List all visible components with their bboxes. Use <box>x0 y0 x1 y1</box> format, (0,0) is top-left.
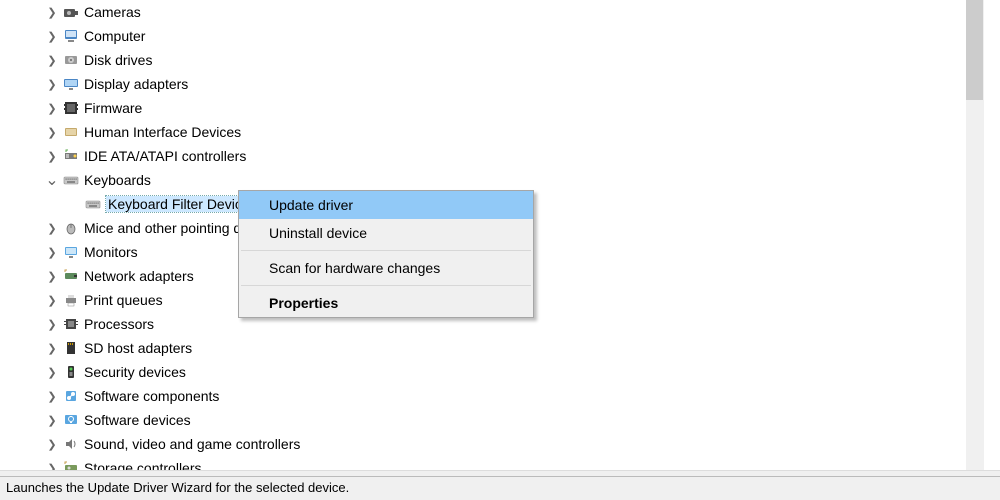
menu-item[interactable]: Uninstall device <box>239 219 533 247</box>
camera-icon <box>62 4 80 20</box>
chevron-right-icon[interactable]: ❯ <box>44 244 60 260</box>
tree-node-label: Software devices <box>84 412 191 428</box>
chevron-right-icon[interactable]: ❯ <box>44 340 60 356</box>
firmware-icon <box>62 100 80 116</box>
disk-icon <box>62 52 80 68</box>
ide-icon <box>62 148 80 164</box>
chevron-right-icon[interactable]: ❯ <box>44 28 60 44</box>
device-manager-window: ❯ Cameras ❯ Computer ❯ Disk drives ❯ Display ad… <box>0 0 1000 500</box>
tree-node[interactable]: ❯ Software devices <box>0 408 966 432</box>
tree-node-label: Processors <box>84 316 154 332</box>
monitor-icon <box>62 244 80 260</box>
tree-node[interactable]: ❯ SD host adapters <box>0 336 966 360</box>
cpu-icon <box>62 316 80 332</box>
chevron-right-icon[interactable]: ❯ <box>44 292 60 308</box>
sound-icon <box>62 436 80 452</box>
chevron-down-icon[interactable]: ⌄ <box>44 172 60 188</box>
swcomp-icon <box>62 388 80 404</box>
scrollbar-thumb[interactable] <box>966 0 983 100</box>
chevron-right-icon[interactable]: ❯ <box>44 220 60 236</box>
tree-node-label: Network adapters <box>84 268 194 284</box>
status-bar: Launches the Update Driver Wizard for th… <box>0 476 1000 500</box>
tree-node-label: Human Interface Devices <box>84 124 241 140</box>
tree-node-label: Cameras <box>84 4 141 20</box>
tree-node[interactable]: ❯ Security devices <box>0 360 966 384</box>
chevron-right-icon[interactable]: ❯ <box>44 388 60 404</box>
tree-node[interactable]: ❯ IDE ATA/ATAPI controllers <box>0 144 966 168</box>
chevron-right-icon[interactable]: ❯ <box>44 124 60 140</box>
tree-node-label: IDE ATA/ATAPI controllers <box>84 148 246 164</box>
tree-node[interactable]: ❯ Cameras <box>0 0 966 24</box>
context-menu[interactable]: Update driverUninstall device Scan for ha… <box>238 190 534 318</box>
print-icon <box>62 292 80 308</box>
tree-node-label: SD host adapters <box>84 340 192 356</box>
tree-node[interactable]: ❯ Disk drives <box>0 48 966 72</box>
chevron-right-icon[interactable]: ❯ <box>44 316 60 332</box>
tree-node-label: Software components <box>84 388 219 404</box>
chevron-right-icon[interactable]: ❯ <box>44 412 60 428</box>
tree-node-label: Security devices <box>84 364 186 380</box>
hid-icon <box>62 124 80 140</box>
chevron-right-icon[interactable]: ❯ <box>44 436 60 452</box>
menu-item[interactable]: Scan for hardware changes <box>239 254 533 282</box>
tree-node-label: Sound, video and game controllers <box>84 436 300 452</box>
tree-node[interactable]: ❯ Human Interface Devices <box>0 120 966 144</box>
tree-node-label: Monitors <box>84 244 138 260</box>
tree-node-label: Keyboard Filter Device <box>108 196 250 212</box>
menu-separator <box>241 250 531 251</box>
mouse-icon <box>62 220 80 236</box>
tree-node-label: Keyboards <box>84 172 151 188</box>
tree-node[interactable]: ❯ Sound, video and game controllers <box>0 432 966 456</box>
network-icon <box>62 268 80 284</box>
keyboard-icon <box>62 172 80 188</box>
chevron-right-icon[interactable]: ❯ <box>44 148 60 164</box>
tree-node-label: Storage controllers <box>84 460 202 470</box>
chevron-right-icon[interactable]: ❯ <box>44 100 60 116</box>
vertical-scrollbar[interactable] <box>966 0 983 470</box>
tree-node[interactable]: ❯ Display adapters <box>0 72 966 96</box>
tree-node[interactable]: ❯ Computer <box>0 24 966 48</box>
storage-icon <box>62 460 80 470</box>
tree-node-label: Disk drives <box>84 52 152 68</box>
tree-node[interactable]: ⌄ Keyboards <box>0 168 966 192</box>
status-text: Launches the Update Driver Wizard for th… <box>6 480 349 495</box>
tree-node[interactable]: ❯ Firmware <box>0 96 966 120</box>
display-icon <box>62 76 80 92</box>
tree-node[interactable]: ❯ Software components <box>0 384 966 408</box>
sd-icon <box>62 340 80 356</box>
menu-separator <box>241 285 531 286</box>
tree-node-label: Print queues <box>84 292 163 308</box>
chevron-right-icon[interactable]: ❯ <box>44 4 60 20</box>
tree-node[interactable]: ❯ Storage controllers <box>0 456 966 470</box>
tree-node-label: Display adapters <box>84 76 188 92</box>
swdev-icon <box>62 412 80 428</box>
chevron-right-icon[interactable]: ❯ <box>44 460 60 470</box>
tree-node-label: Firmware <box>84 100 142 116</box>
chevron-right-icon[interactable]: ❯ <box>44 364 60 380</box>
chevron-right-icon[interactable]: ❯ <box>44 268 60 284</box>
menu-item[interactable]: Properties <box>239 289 533 317</box>
tree-node-label: Computer <box>84 28 145 44</box>
menu-item[interactable]: Update driver <box>239 191 533 219</box>
computer-icon <box>62 28 80 44</box>
chevron-right-icon[interactable]: ❯ <box>44 52 60 68</box>
keyboard-icon <box>84 196 102 212</box>
right-strip <box>983 0 1000 470</box>
security-icon <box>62 364 80 380</box>
chevron-right-icon[interactable]: ❯ <box>44 76 60 92</box>
